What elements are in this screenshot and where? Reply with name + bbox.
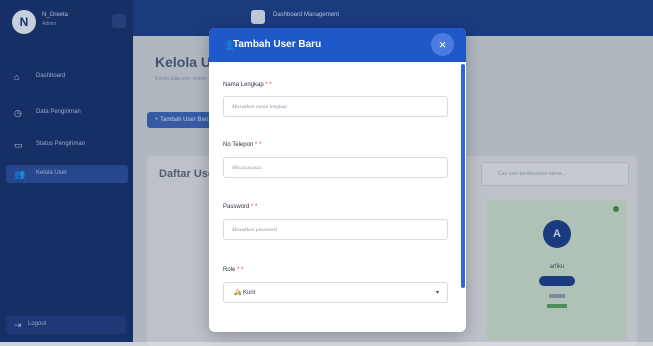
role-selected-value: Kurir bbox=[243, 290, 256, 296]
required-marker: * bbox=[237, 267, 240, 273]
full-name-input[interactable] bbox=[223, 96, 448, 117]
password-label: Password * * bbox=[223, 204, 257, 210]
role-select[interactable]: 🛵 Kurir ▾ bbox=[223, 282, 448, 303]
close-button[interactable]: × bbox=[431, 33, 454, 56]
modal-header: 👤 Tambah User Baru × bbox=[209, 28, 466, 62]
chevron-down-icon: ▾ bbox=[436, 290, 440, 296]
required-marker: * bbox=[258, 142, 262, 148]
modal-body: Nama Lengkap * * No Telepon * * Password… bbox=[209, 62, 466, 332]
required-marker: * bbox=[254, 142, 258, 148]
required-marker: * bbox=[255, 204, 258, 210]
required-marker: * bbox=[241, 267, 244, 273]
password-input[interactable] bbox=[223, 219, 448, 240]
phone-input[interactable] bbox=[223, 157, 448, 178]
required-marker: * bbox=[251, 204, 254, 210]
modal-scrollbar[interactable] bbox=[461, 64, 465, 288]
role-label-text: Role bbox=[223, 267, 236, 273]
app-root: N N_Greeta Admin ⌂ Dashboard ◷ Data Peng… bbox=[0, 0, 653, 346]
phone-label-text: No Telepon bbox=[223, 142, 254, 148]
full-name-label: Nama Lengkap * * bbox=[223, 82, 272, 88]
full-name-label-text: Nama Lengkap bbox=[223, 82, 264, 88]
add-user-modal: 👤 Tambah User Baru × Nama Lengkap * * No… bbox=[209, 28, 466, 332]
role-label: Role * * bbox=[223, 267, 243, 273]
required-marker: * bbox=[265, 82, 268, 88]
modal-title: Tambah User Baru bbox=[233, 39, 322, 50]
phone-label: No Telepon * * bbox=[223, 142, 261, 148]
motorcycle-icon: 🛵 bbox=[234, 290, 242, 296]
required-marker: * bbox=[269, 82, 272, 88]
password-label-text: Password bbox=[223, 204, 250, 210]
